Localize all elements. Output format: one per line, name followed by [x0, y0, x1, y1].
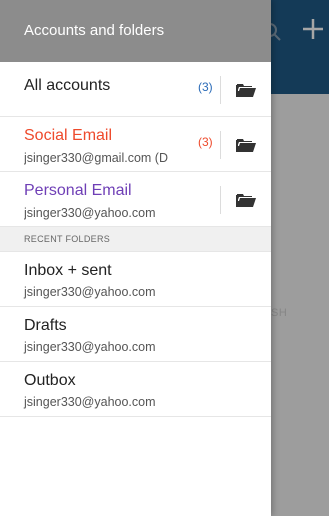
row-divider [220, 186, 221, 214]
account-row[interactable]: Social Email jsinger330@gmail.com (D (3) [0, 117, 271, 172]
row-divider [220, 131, 221, 159]
folder-name: Drafts [24, 317, 67, 334]
folder-icon[interactable] [230, 132, 262, 158]
folder-icon[interactable] [230, 187, 262, 213]
folder-name: Outbox [24, 372, 76, 389]
account-row[interactable]: All accounts (3) [0, 62, 271, 117]
folder-icon[interactable] [230, 77, 262, 103]
account-email: jsinger330@yahoo.com [24, 206, 156, 220]
recent-folder-row[interactable]: Outbox jsinger330@yahoo.com [0, 362, 271, 417]
account-email: jsinger330@gmail.com (D [24, 151, 168, 165]
folder-account-email: jsinger330@yahoo.com [24, 285, 156, 299]
folder-account-email: jsinger330@yahoo.com [24, 395, 156, 409]
recent-folders-header: RECENT FOLDERS [0, 227, 271, 252]
unread-count-badge: (3) [198, 135, 213, 149]
account-name: Social Email [24, 127, 113, 144]
unread-count-badge: (3) [198, 80, 213, 94]
account-name: All accounts [24, 77, 111, 94]
folder-name: Inbox + sent [24, 262, 112, 279]
row-divider [220, 76, 221, 104]
recent-folder-row[interactable]: Drafts jsinger330@yahoo.com [0, 307, 271, 362]
recent-folders-list: Inbox + sent jsinger330@yahoo.com Drafts js… [0, 252, 271, 417]
folder-account-email: jsinger330@yahoo.com [24, 340, 156, 354]
accounts-list: All accounts (3) Social Email jsinger330@gm… [0, 62, 271, 227]
account-row[interactable]: Personal Email jsinger330@yahoo.com [0, 172, 271, 227]
account-name: Personal Email [24, 182, 132, 199]
accounts-drawer: Accounts and folders All accounts (3) Soci… [0, 0, 271, 516]
recent-folder-row[interactable]: Inbox + sent jsinger330@yahoo.com [0, 252, 271, 307]
drawer-title: Accounts and folders [0, 0, 271, 62]
